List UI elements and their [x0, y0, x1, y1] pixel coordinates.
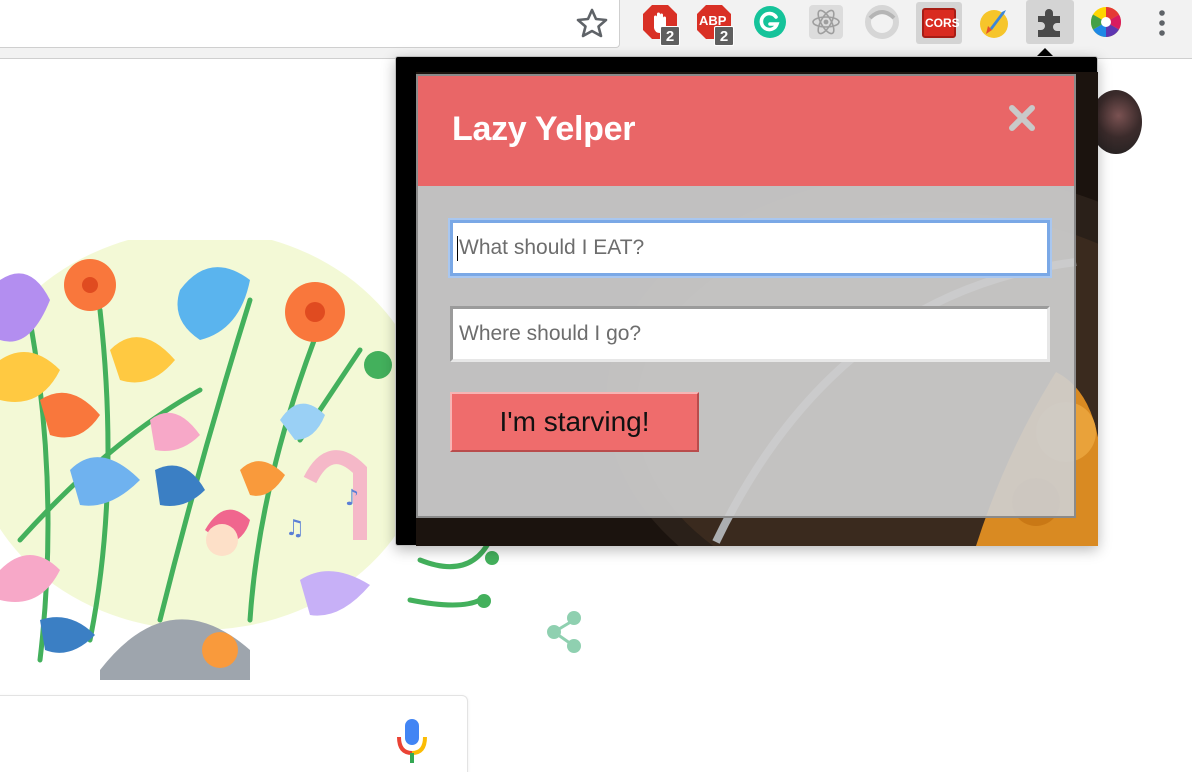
swirl-extension-icon[interactable]	[864, 4, 900, 40]
text-caret	[457, 236, 458, 261]
color-picker-icon[interactable]	[1088, 4, 1124, 40]
adblock-extension-icon[interactable]: 2	[642, 4, 680, 46]
cors-extension-button[interactable]: CORS	[916, 2, 962, 44]
cors-label: CORS	[925, 16, 960, 30]
close-icon[interactable]	[1004, 100, 1040, 136]
im-starving-button[interactable]: I'm starving!	[450, 392, 699, 452]
svg-text:♪: ♪	[345, 486, 359, 511]
popup-title: Lazy Yelper	[452, 110, 636, 148]
grammarly-icon[interactable]	[752, 4, 788, 40]
abp-badge: 2	[714, 26, 734, 46]
menu-dots-icon[interactable]	[1152, 8, 1172, 38]
food-search-input[interactable]	[450, 220, 1050, 276]
browser-toolbar: 2 ABP 2 CORS	[0, 0, 1192, 59]
bookmark-star-icon[interactable]	[575, 6, 609, 40]
adblock-badge: 2	[660, 26, 680, 46]
react-devtools-icon[interactable]	[808, 4, 844, 40]
share-icon[interactable]	[542, 608, 586, 656]
rocket-extension-icon[interactable]	[976, 4, 1012, 40]
svg-text:♫: ♫	[285, 516, 305, 541]
address-bar[interactable]	[0, 0, 620, 48]
puzzle-icon	[1038, 9, 1060, 37]
microphone-icon[interactable]	[395, 715, 429, 765]
cors-icon: CORS	[922, 8, 960, 38]
location-input[interactable]	[450, 306, 1050, 362]
adblock-plus-extension-icon[interactable]: ABP 2	[696, 4, 734, 46]
page: 2 ABP 2 CORS ♪ ♫ Lazy Yelper What should…	[0, 0, 1192, 772]
